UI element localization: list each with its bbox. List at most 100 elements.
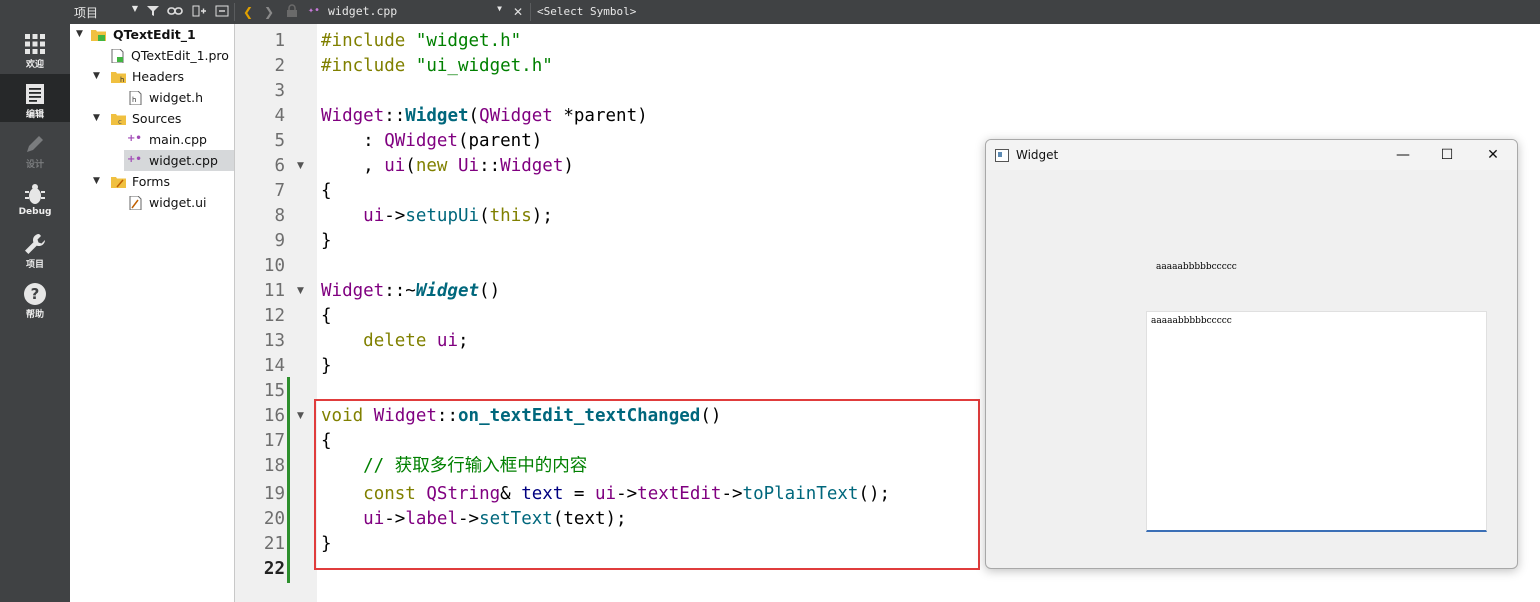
code-token: "ui_widget.h" xyxy=(415,56,553,76)
code-token: Widget xyxy=(321,106,385,126)
tree-item-pro-file[interactable]: QTextEdit_1.pro xyxy=(71,45,234,66)
close-file-icon[interactable]: ✕ xyxy=(510,4,526,20)
code-token: Ui xyxy=(458,156,480,176)
forms-folder-icon xyxy=(111,174,126,188)
tree-item-sources[interactable]: ▼ c Sources xyxy=(71,108,234,129)
change-marker xyxy=(287,377,290,583)
grid-icon xyxy=(23,32,47,56)
mode-edit[interactable]: 编辑 xyxy=(0,74,70,122)
chevron-down-icon: ▼ xyxy=(497,4,502,13)
code-token: new xyxy=(415,156,448,176)
code-token: QWidget xyxy=(384,131,458,151)
split-icon[interactable] xyxy=(191,4,207,20)
code-highlight-box xyxy=(314,399,980,570)
code-token: "widget.h" xyxy=(415,31,522,51)
code-token: } xyxy=(321,356,332,376)
top-toolbar: 项目 ▼ ❮ ❯ ✦• widget.cpp ▼ ✕ <Select Symbo… xyxy=(0,0,1540,24)
code-token: , xyxy=(321,156,385,176)
tree-item-widget-h[interactable]: h widget.h xyxy=(71,87,234,108)
code-token: ; xyxy=(458,331,469,351)
window-titlebar[interactable]: Widget — ☐ ✕ xyxy=(986,140,1517,170)
pencil-icon xyxy=(23,132,47,156)
symbol-selector[interactable]: <Select Symbol> xyxy=(537,5,636,18)
link-icon[interactable] xyxy=(167,4,183,20)
code-line-6: , ui(new Ui::Widget) xyxy=(321,154,574,179)
code-token: *parent) xyxy=(552,106,648,126)
project-view-selector[interactable]: 项目 ▼ xyxy=(74,3,138,21)
code-token: #include xyxy=(321,56,416,76)
line-number: 5 xyxy=(274,131,285,151)
fold-arrow-icon[interactable]: ▼ xyxy=(297,411,304,421)
svg-text:h: h xyxy=(132,96,136,104)
mode-help[interactable]: ? 帮助 xyxy=(0,274,70,322)
tree-item-forms[interactable]: ▼ Forms xyxy=(71,171,234,192)
project-view-label: 项目 xyxy=(74,6,99,20)
pro-file-icon xyxy=(111,48,125,64)
line-number: 14 xyxy=(263,356,285,376)
qt-project-folder-icon xyxy=(91,27,106,41)
sources-folder-icon: c xyxy=(111,111,126,126)
mode-projects[interactable]: 项目 xyxy=(0,224,70,272)
maximize-button[interactable]: ☐ xyxy=(1432,145,1462,165)
lock-icon[interactable] xyxy=(284,4,300,20)
widget-window: Widget — ☐ ✕ aaaaabbbbbccccc aaaaabbbbbc… xyxy=(985,139,1518,569)
forward-arrow-icon[interactable]: ❯ xyxy=(261,4,277,20)
mode-sidebar: 欢迎 编辑 设计 Debug 项目 ? 帮助 xyxy=(0,24,70,602)
open-file-selector[interactable]: ✦• widget.cpp ▼ xyxy=(306,3,504,21)
code-token: : xyxy=(321,131,385,151)
tree-item-widget-ui[interactable]: widget.ui xyxy=(71,192,234,213)
tree-label: widget.ui xyxy=(149,195,207,210)
fold-arrow-icon[interactable]: ▼ xyxy=(297,161,304,171)
chevron-down-icon: ▼ xyxy=(93,176,100,186)
code-line-9: } xyxy=(321,229,332,254)
text-edit[interactable]: aaaaabbbbbccccc xyxy=(1146,311,1487,532)
tree-item-project[interactable]: ▼ QTextEdit_1 xyxy=(71,24,234,45)
chevron-down-icon: ▼ xyxy=(76,29,83,39)
code-line-4: Widget::Widget(QWidget *parent) xyxy=(321,104,648,129)
line-number: 6 xyxy=(274,156,285,176)
fold-arrow-icon[interactable]: ▼ xyxy=(297,286,304,296)
filter-icon[interactable] xyxy=(145,4,161,20)
code-token: -> xyxy=(384,206,406,226)
code-token: :: xyxy=(479,156,501,176)
close-split-icon[interactable] xyxy=(214,4,230,20)
tree-label: widget.h xyxy=(149,90,204,105)
tree-item-main-cpp[interactable]: +• main.cpp xyxy=(71,129,234,150)
mode-debug[interactable]: Debug xyxy=(0,174,70,222)
mode-label: Debug xyxy=(18,207,52,217)
svg-text:h: h xyxy=(120,76,124,84)
bug-icon xyxy=(23,182,47,206)
tree-item-widget-cpp[interactable]: +• widget.cpp xyxy=(124,150,234,171)
mode-label: 编辑 xyxy=(25,110,44,120)
code-token: ( xyxy=(479,206,490,226)
mode-label: 欢迎 xyxy=(25,60,44,70)
line-number: 20 xyxy=(263,509,285,529)
mode-design[interactable]: 设计 xyxy=(0,124,70,172)
tree-label: main.cpp xyxy=(149,132,207,147)
code-token: QWidget xyxy=(479,106,553,126)
line-number: 10 xyxy=(263,256,285,276)
back-arrow-icon[interactable]: ❮ xyxy=(240,4,256,20)
close-button[interactable]: ✕ xyxy=(1478,145,1508,165)
line-number: 17 xyxy=(263,431,285,451)
tree-item-headers[interactable]: ▼ h Headers xyxy=(71,66,234,87)
line-number: 18 xyxy=(263,456,285,476)
tree-label: widget.cpp xyxy=(149,153,218,168)
svg-text:c: c xyxy=(118,118,122,126)
code-token: ui xyxy=(363,206,385,226)
code-token: ::~ xyxy=(384,281,416,301)
line-number: 15 xyxy=(263,381,285,401)
chevron-down-icon: ▼ xyxy=(93,71,100,81)
mode-welcome[interactable]: 欢迎 xyxy=(0,24,70,72)
line-number: 8 xyxy=(274,206,285,226)
line-number: 4 xyxy=(274,106,285,126)
minimize-button[interactable]: — xyxy=(1388,145,1418,165)
line-number: 7 xyxy=(274,181,285,201)
line-number: 21 xyxy=(263,534,285,554)
help-icon: ? xyxy=(23,282,47,306)
window-title: Widget xyxy=(1016,148,1059,162)
cpp-file-icon: +• xyxy=(127,154,142,165)
line-number: 11 xyxy=(263,281,285,301)
